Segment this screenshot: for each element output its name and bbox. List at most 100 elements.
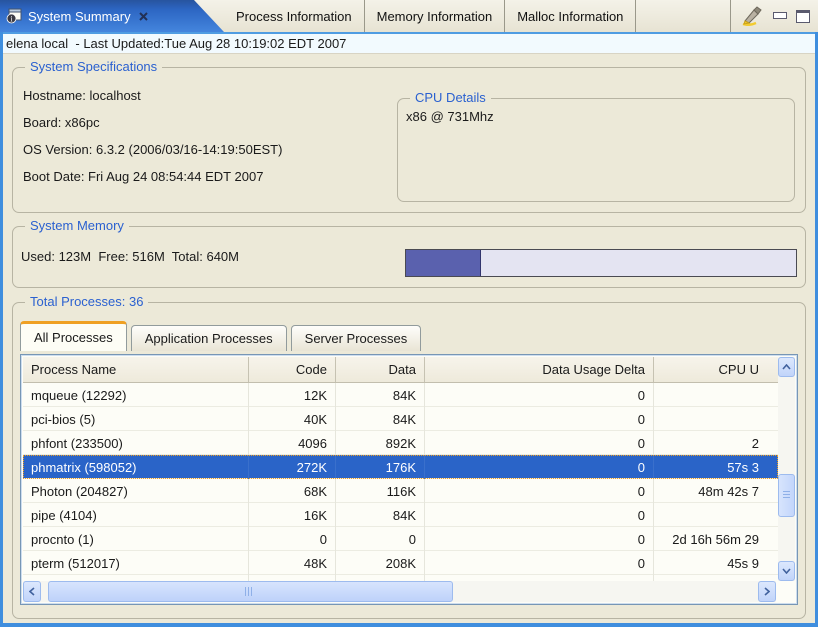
column-header-data-usage-delta[interactable]: Data Usage Delta: [425, 357, 654, 382]
minimize-icon[interactable]: [773, 11, 786, 22]
cell-cpu: 2d 16h 56m 29: [654, 527, 767, 551]
system-information-view: i System Summary Process Information Mem…: [0, 0, 818, 627]
scroll-right-icon[interactable]: [758, 581, 776, 602]
cell-code: 4096: [249, 431, 336, 455]
process-table-header: Process Name Code Data Data Usage Delta …: [23, 357, 778, 383]
group-title: CPU Details: [410, 90, 491, 105]
cell-code: 16K: [249, 503, 336, 527]
tab-label: Malloc Information: [517, 9, 623, 24]
tab-label: System Summary: [28, 9, 131, 24]
cell-data: 892K: [336, 431, 425, 455]
cell-code: 68K: [249, 479, 336, 503]
scroll-up-icon[interactable]: [778, 357, 795, 377]
group-title: System Memory: [25, 218, 129, 233]
tab-server-processes[interactable]: Server Processes: [291, 325, 422, 351]
horizontal-scroll-thumb[interactable]: [48, 581, 453, 602]
column-header-code[interactable]: Code: [249, 357, 336, 382]
tab-label: Application Processes: [145, 331, 273, 346]
cell-cpu: [654, 503, 767, 527]
system-specifications-group: System Specifications Hostname: localhos…: [12, 67, 806, 213]
scroll-down-icon[interactable]: [778, 561, 795, 581]
view-tab-bar: i System Summary Process Information Mem…: [0, 0, 818, 32]
table-row[interactable]: Photon (204827)68K116K048m 42s 7: [23, 479, 778, 503]
cell-cpu: [654, 407, 767, 431]
cell-delta: 0: [425, 407, 654, 431]
tab-all-processes[interactable]: All Processes: [20, 321, 127, 351]
cell-name: Photon (204827): [23, 479, 249, 503]
scroll-left-icon[interactable]: [23, 581, 41, 602]
cell-delta: 0: [425, 551, 654, 575]
tab-label: Server Processes: [305, 331, 408, 346]
cell-data: 0: [336, 527, 425, 551]
system-memory-group: System Memory Used: 123M Free: 516M Tota…: [12, 226, 806, 288]
group-title: System Specifications: [25, 59, 162, 74]
tab-label: Memory Information: [377, 9, 493, 24]
memory-usage-fill: [406, 250, 481, 276]
cell-cpu: 45s 9: [654, 551, 767, 575]
cell-code: 12K: [249, 383, 336, 407]
table-row[interactable]: pci-bios (5)40K84K0: [23, 407, 778, 431]
cell-name: pci-bios (5): [23, 407, 249, 431]
cell-name: phmatrix (598052): [23, 455, 249, 479]
view-body: elena local - Last Updated:Tue Aug 28 10…: [0, 32, 818, 627]
cell-delta: 0: [425, 383, 654, 407]
cell-cpu: 57s 3: [654, 455, 767, 479]
log-highlighter-icon[interactable]: [741, 6, 763, 26]
cell-cpu: 2: [654, 431, 767, 455]
table-row[interactable]: procnto (1)0002d 16h 56m 29: [23, 527, 778, 551]
cell-delta: 0: [425, 455, 654, 479]
cell-cpu: 48m 42s 7: [654, 479, 767, 503]
tab-label: Process Information: [236, 9, 352, 24]
cell-delta: 0: [425, 431, 654, 455]
total-processes-title: Total Processes: 36: [25, 294, 148, 309]
column-header-data[interactable]: Data: [336, 357, 425, 382]
tab-malloc-information[interactable]: Malloc Information: [505, 0, 636, 32]
view-toolbar: [730, 0, 818, 32]
maximize-icon[interactable]: [796, 10, 810, 23]
table-row[interactable]: pterm (512017)48K208K045s 9: [23, 551, 778, 575]
cpu-details-group: CPU Details x86 @ 731Mhz: [397, 98, 795, 202]
cell-data: 84K: [336, 383, 425, 407]
cell-data: 84K: [336, 503, 425, 527]
system-summary-icon: i: [6, 8, 22, 24]
cell-data: 116K: [336, 479, 425, 503]
column-header-process-name[interactable]: Process Name: [23, 357, 249, 382]
cell-name: phfont (233500): [23, 431, 249, 455]
table-row[interactable]: phmatrix (598052)272K176K057s 3: [23, 455, 778, 479]
tab-system-summary[interactable]: i System Summary: [0, 0, 224, 32]
total-processes-group: Total Processes: 36 All Processes Applic…: [12, 302, 806, 619]
cell-delta: 0: [425, 503, 654, 527]
content-area: System Specifications Hostname: localhos…: [3, 54, 815, 623]
cell-code: 40K: [249, 407, 336, 431]
cell-name: pterm (512017): [23, 551, 249, 575]
tab-application-processes[interactable]: Application Processes: [131, 325, 287, 351]
table-row[interactable]: mqueue (12292)12K84K0: [23, 383, 778, 407]
process-table-body: mqueue (12292)12K84K0pci-bios (5)40K84K0…: [23, 383, 778, 584]
cell-name: mqueue (12292): [23, 383, 249, 407]
vertical-scrollbar[interactable]: [778, 357, 795, 581]
tab-label: All Processes: [34, 330, 113, 345]
cell-name: pipe (4104): [23, 503, 249, 527]
cell-code: 272K: [249, 455, 336, 479]
cell-delta: 0: [425, 527, 654, 551]
close-icon[interactable]: [139, 12, 148, 21]
cell-code: 0: [249, 527, 336, 551]
horizontal-scrollbar[interactable]: [23, 581, 776, 602]
cell-data: 84K: [336, 407, 425, 431]
cell-name: procnto (1): [23, 527, 249, 551]
cell-cpu: [654, 383, 767, 407]
column-header-cpu-usage[interactable]: CPU U: [654, 357, 767, 382]
memory-usage-bar: [405, 249, 797, 277]
memory-summary: Used: 123M Free: 516M Total: 640M: [21, 249, 239, 264]
cell-delta: 0: [425, 479, 654, 503]
status-line: elena local - Last Updated:Tue Aug 28 10…: [3, 32, 815, 54]
table-row[interactable]: phfont (233500)4096892K02: [23, 431, 778, 455]
tab-memory-information[interactable]: Memory Information: [365, 0, 506, 32]
tab-process-information[interactable]: Process Information: [224, 0, 365, 32]
process-tabs: All Processes Application Processes Serv…: [20, 319, 805, 351]
cell-code: 48K: [249, 551, 336, 575]
table-row[interactable]: pipe (4104)16K84K0: [23, 503, 778, 527]
cell-data: 176K: [336, 455, 425, 479]
vertical-scroll-thumb[interactable]: [778, 474, 795, 517]
process-table: Process Name Code Data Data Usage Delta …: [20, 354, 798, 605]
